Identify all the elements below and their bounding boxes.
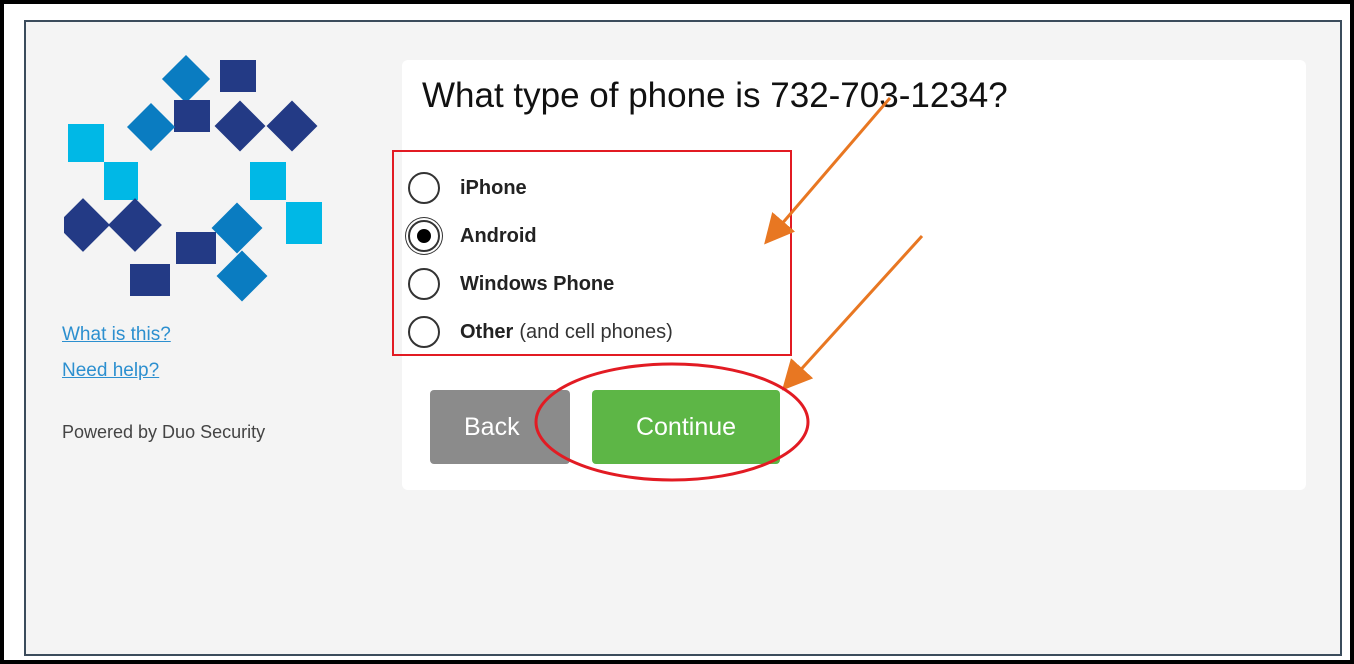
radio-windows-phone[interactable] [408,268,440,300]
logo-tile [266,100,318,152]
radio-android[interactable] [408,220,440,252]
logo-tile [216,250,268,302]
logo-tile [104,162,138,200]
option-label: Windows Phone [460,272,615,295]
logo-tile [68,124,104,162]
option-label: iPhone [460,176,527,199]
duo-prompt-container: What is this? Need help? Powered by Duo … [24,20,1342,656]
continue-button[interactable]: Continue [592,390,780,464]
option-android[interactable]: Android [408,216,537,256]
option-other[interactable]: Other (and cell phones) [408,312,673,352]
option-windows-phone[interactable]: Windows Phone [408,264,614,304]
logo-tile [174,100,210,132]
duo-security-logo [64,54,322,302]
logo-tile [64,198,110,252]
radio-iphone[interactable] [408,172,440,204]
radio-other[interactable] [408,316,440,348]
option-iphone[interactable]: iPhone [408,168,527,208]
powered-by-text: Powered by Duo Security [62,422,266,442]
option-note: (and cell phones) [519,320,673,343]
logo-tile [161,54,211,104]
screenshot-frame: What is this? Need help? Powered by Duo … [4,4,1350,660]
page-title: What type of phone is 732-703-1234? [422,76,1008,115]
logo-tile [108,198,162,252]
logo-tile [286,202,322,244]
phone-type-card: What type of phone is 732-703-1234? iPho… [392,60,1306,490]
back-button[interactable]: Back [430,390,570,464]
logo-tile [214,100,266,152]
phone-type-options: iPhone Android Windows Phone Other (and … [392,150,792,356]
logo-tile [211,202,263,254]
what-is-this-link[interactable]: What is this? [62,324,171,346]
logo-tile [130,264,170,296]
logo-tile [176,232,216,264]
logo-tile [250,162,286,200]
option-label: Android [460,224,537,247]
logo-tile [220,60,256,92]
option-label: Other [460,320,514,343]
need-help-link[interactable]: Need help? [62,360,159,382]
logo-tile [126,102,176,152]
